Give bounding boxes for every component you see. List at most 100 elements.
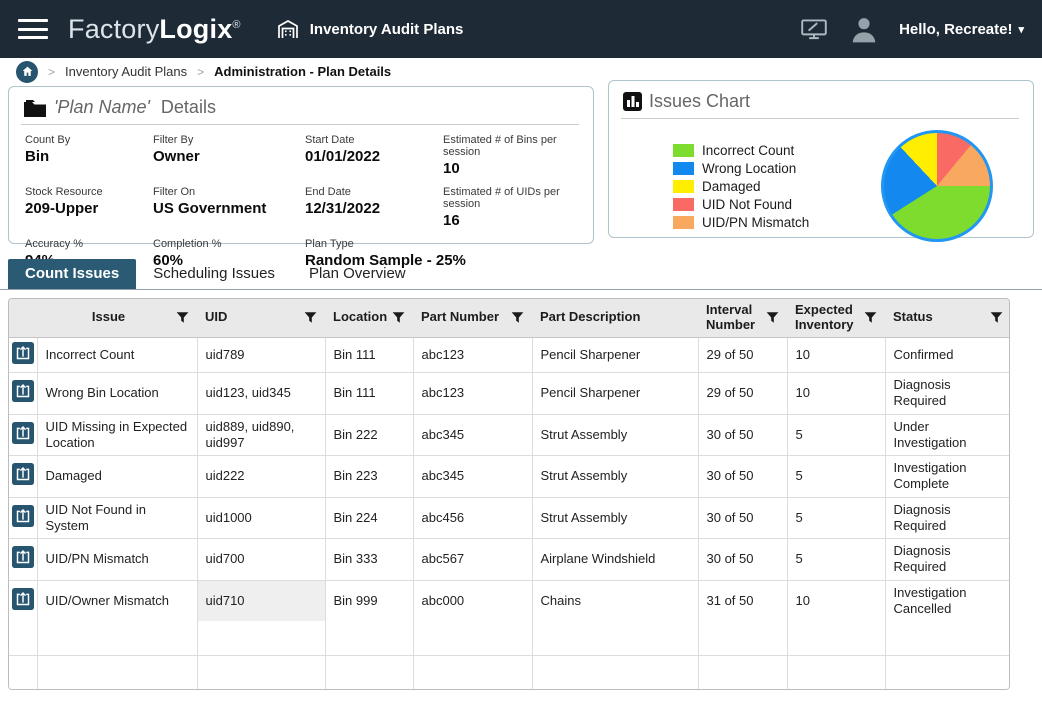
field-start-date: Start Date 01/01/2022 xyxy=(305,134,443,177)
logo-logix: Logix xyxy=(159,14,232,44)
details-label: Details xyxy=(161,97,216,118)
expected-inventory-cell: 10 xyxy=(796,593,810,608)
field-estimated-uids: Estimated # of UIDs per session 16 xyxy=(443,186,579,229)
breadcrumb-separator: > xyxy=(197,65,204,79)
issue-cell: Incorrect Count xyxy=(46,347,135,362)
part-description-cell: Chains xyxy=(541,593,581,608)
tab-plan-overview[interactable]: Plan Overview xyxy=(292,259,423,289)
legend-item-uid-pn-mismatch: UID/PN Mismatch xyxy=(673,215,809,230)
status-cell: Diagnosis Required xyxy=(894,543,951,574)
plan-details-fields: Count By Bin Filter By Owner Start Date … xyxy=(21,134,579,269)
greeting-label: Hello, Recreate! xyxy=(899,21,1012,38)
expected-inventory-cell: 5 xyxy=(796,510,803,525)
field-estimated-bins: Estimated # of Bins per session 10 xyxy=(443,134,579,177)
legend-swatch xyxy=(673,216,694,229)
part-number-cell: abc456 xyxy=(422,510,465,525)
header-status: Status xyxy=(885,299,1010,337)
header-part-number: Part Number xyxy=(413,299,532,337)
part-description-cell: Strut Assembly xyxy=(541,510,628,525)
table-header-row: Issue UID Location Part Number Part Desc… xyxy=(9,299,1010,337)
open-issue-button[interactable] xyxy=(12,505,34,527)
table-row: Damaged uid222 Bin 223 abc345 Strut Asse… xyxy=(9,456,1010,498)
header-uid: UID xyxy=(197,299,325,337)
filter-icon[interactable] xyxy=(176,311,189,324)
location-cell: Bin 333 xyxy=(334,551,378,566)
menu-icon[interactable] xyxy=(18,19,48,39)
status-cell: Investigation Cancelled xyxy=(894,585,967,616)
open-issue-button[interactable] xyxy=(12,546,34,568)
field-filter-on: Filter On US Government xyxy=(153,186,305,229)
part-number-cell: abc345 xyxy=(422,468,465,483)
filter-icon[interactable] xyxy=(864,311,877,324)
legend-item-wrong-location: Wrong Location xyxy=(673,161,809,176)
legend-item-damaged: Damaged xyxy=(673,179,809,194)
header-interval-number: Interval Number xyxy=(698,299,787,337)
filter-icon[interactable] xyxy=(392,311,405,324)
legend-swatch xyxy=(673,144,694,157)
user-menu[interactable]: Hello, Recreate! ▾ xyxy=(899,21,1024,38)
breadcrumb-link-inventory-audit-plans[interactable]: Inventory Audit Plans xyxy=(65,64,187,79)
empty-table-row xyxy=(9,655,1010,689)
top-navbar: FactoryLogix® Inventory Audit Plans xyxy=(0,0,1042,58)
header-issue: Issue xyxy=(37,299,197,337)
breadcrumb-current: Administration - Plan Details xyxy=(214,64,391,79)
field-end-date: End Date 12/31/2022 xyxy=(305,186,443,229)
open-issue-button[interactable] xyxy=(12,342,34,364)
open-issue-button[interactable] xyxy=(12,463,34,485)
part-description-cell: Airplane Windshield xyxy=(541,551,656,566)
page-title-label: Inventory Audit Plans xyxy=(310,21,464,38)
tab-count-issues[interactable]: Count Issues xyxy=(8,259,136,289)
count-issues-table: Issue UID Location Part Number Part Desc… xyxy=(8,298,1010,690)
part-number-cell: abc567 xyxy=(422,551,465,566)
avatar-icon[interactable] xyxy=(847,13,881,45)
interval-number-cell: 30 of 50 xyxy=(707,510,754,525)
field-count-by: Count By Bin xyxy=(25,134,153,177)
issues-chart-title: Issues Chart xyxy=(621,89,1019,119)
header-expected-inventory: Expected Inventory xyxy=(787,299,885,337)
interval-number-cell: 30 of 50 xyxy=(707,468,754,483)
legend-item-incorrect-count: Incorrect Count xyxy=(673,143,809,158)
pie-chart xyxy=(881,130,993,242)
expected-inventory-cell: 10 xyxy=(796,385,810,400)
plan-details-panel: 'Plan Name' Details Count By Bin Filter … xyxy=(8,86,594,244)
expected-inventory-cell: 5 xyxy=(796,427,803,442)
field-filter-by: Filter By Owner xyxy=(153,134,305,177)
field-stock-resource: Stock Resource 209-Upper xyxy=(25,186,153,229)
filter-icon[interactable] xyxy=(511,311,524,324)
tab-scheduling-issues[interactable]: Scheduling Issues xyxy=(136,259,292,289)
monitor-edit-icon[interactable] xyxy=(799,16,829,42)
filter-icon[interactable] xyxy=(990,311,1003,324)
interval-number-cell: 30 of 50 xyxy=(707,427,754,442)
issue-cell: UID/Owner Mismatch xyxy=(46,593,170,608)
home-icon[interactable] xyxy=(16,61,38,83)
status-cell: Under Investigation xyxy=(894,419,967,450)
status-cell: Diagnosis Required xyxy=(894,502,951,533)
filter-icon[interactable] xyxy=(766,311,779,324)
part-description-cell: Strut Assembly xyxy=(541,468,628,483)
filter-icon[interactable] xyxy=(304,311,317,324)
part-number-cell: abc123 xyxy=(422,347,465,362)
plan-details-title: 'Plan Name' Details xyxy=(21,95,579,125)
location-cell: Bin 111 xyxy=(334,385,376,400)
uid-cell: uid700 xyxy=(206,551,245,566)
location-cell: Bin 223 xyxy=(334,468,378,483)
part-description-cell: Pencil Sharpener xyxy=(541,347,641,362)
issues-chart-panel: Issues Chart Incorrect Count Wrong Locat… xyxy=(608,80,1034,238)
interval-number-cell: 31 of 50 xyxy=(707,593,754,608)
logo-factory: Factory xyxy=(68,14,159,44)
logo-registered-mark: ® xyxy=(232,19,240,31)
status-cell: Confirmed xyxy=(894,347,954,362)
page-title: Inventory Audit Plans xyxy=(275,17,464,41)
legend-swatch xyxy=(673,162,694,175)
uid-cell: uid789 xyxy=(206,347,245,362)
part-number-cell: abc345 xyxy=(422,427,465,442)
uid-cell: uid1000 xyxy=(206,510,252,525)
expected-inventory-cell: 5 xyxy=(796,551,803,566)
table-row: UID/Owner Mismatch uid710 Bin 999 abc000… xyxy=(9,580,1010,621)
part-number-cell: abc000 xyxy=(422,593,465,608)
open-issue-button[interactable] xyxy=(12,422,34,444)
table-row: UID Missing in Expected Location uid889,… xyxy=(9,414,1010,456)
open-issue-button[interactable] xyxy=(12,588,34,610)
interval-number-cell: 29 of 50 xyxy=(707,385,754,400)
open-issue-button[interactable] xyxy=(12,380,34,402)
